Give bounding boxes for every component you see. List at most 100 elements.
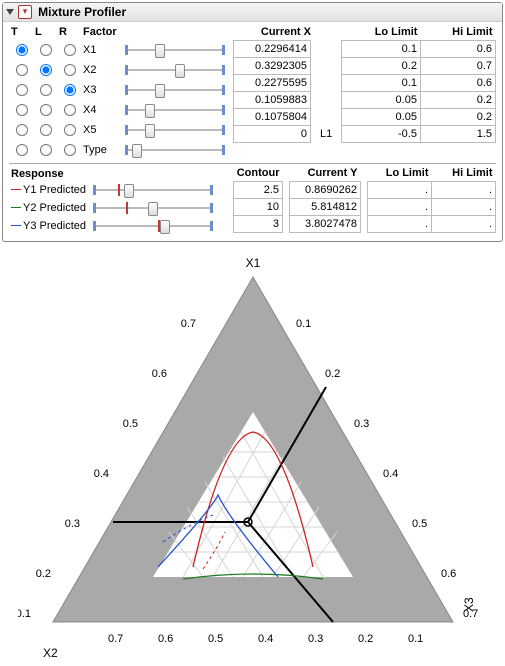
lo-limit-cell[interactable]: 0.05	[342, 109, 421, 126]
response-row: Y1 Predicted	[9, 181, 227, 199]
contour-value-cell[interactable]: 10	[234, 199, 283, 216]
tick-bottom-0.6: 0.6	[158, 633, 173, 645]
radio-t[interactable]	[16, 104, 28, 116]
response-color-swatch	[11, 207, 21, 209]
resp-hi-limit-cell[interactable]: .	[432, 216, 496, 233]
tick-left-0.5: 0.5	[122, 418, 137, 430]
radio-l[interactable]	[40, 104, 52, 116]
current-x-header: Current X	[233, 26, 311, 40]
lo-limit-cell[interactable]: 0.1	[342, 41, 421, 58]
factor-name: X3	[81, 80, 123, 100]
factor-slider[interactable]	[125, 145, 225, 155]
factor-slider[interactable]	[125, 45, 225, 55]
radio-r[interactable]	[64, 44, 76, 56]
factor-name: X1	[81, 40, 123, 60]
col-header-t: T	[9, 26, 33, 40]
contour-header: Contour	[234, 167, 283, 182]
radio-t[interactable]	[16, 144, 28, 156]
hi-limit-cell[interactable]: 0.6	[420, 75, 495, 92]
radio-l[interactable]	[40, 124, 52, 136]
factor-value-cell[interactable]: 0.3292305	[234, 58, 311, 75]
factor-value-cell[interactable]: 0.1059883	[234, 92, 311, 109]
hi-limit-cell[interactable]: 0.6	[420, 41, 495, 58]
response-slider[interactable]	[93, 202, 213, 214]
hotspot-icon[interactable]: ▾	[18, 5, 32, 19]
tick-left-0.1: 0.1	[18, 608, 31, 620]
lo-limit-cell[interactable]: 0.1	[342, 75, 421, 92]
response-table: Response Y1 PredictedY2 PredictedY3 Pred…	[9, 167, 227, 235]
extra-row-label: L1	[317, 126, 342, 143]
radio-t[interactable]	[16, 124, 28, 136]
panel-body: T L R Factor X1X2X3X4X5Type Current X 0.…	[3, 22, 502, 241]
tick-right-0.2: 0.2	[325, 368, 340, 380]
hi-limit-cell[interactable]: 0.2	[420, 109, 495, 126]
panel-title-text: Mixture Profiler	[38, 5, 126, 19]
lo-limit-cell[interactable]: -0.5	[342, 126, 421, 143]
lo-limit-cell[interactable]: 0.05	[342, 92, 421, 109]
mixture-profiler-panel: ▾ Mixture Profiler T L R Factor X1X2X3X4…	[2, 2, 503, 242]
radio-l[interactable]	[40, 144, 52, 156]
factor-row: Type	[9, 140, 227, 160]
resp-hi-limit-cell[interactable]: .	[432, 199, 496, 216]
radio-r[interactable]	[64, 84, 76, 96]
lo-limit-cell[interactable]: 0.2	[342, 58, 421, 75]
ternary-plot[interactable]: 0.1 0.2 0.3 0.4 0.5 0.6 0.7 0.7 0.6 0.5 …	[18, 252, 488, 662]
response-row: Y3 Predicted	[9, 217, 227, 235]
radio-t[interactable]	[16, 84, 28, 96]
radio-l[interactable]	[40, 64, 52, 76]
factor-value-cell[interactable]: 0.1075804	[234, 109, 311, 126]
response-slider[interactable]	[93, 220, 213, 232]
factor-value-cell[interactable]: 0.2275595	[234, 75, 311, 92]
radio-r[interactable]	[64, 104, 76, 116]
factor-row: X1	[9, 40, 227, 60]
current-y-cell: 5.814812	[290, 199, 361, 216]
radio-l[interactable]	[40, 44, 52, 56]
tick-left-0.2: 0.2	[35, 568, 50, 580]
radio-r[interactable]	[64, 64, 76, 76]
resp-hi-limit-header: Hi Limit	[432, 167, 496, 182]
current-x-table: 0.22964140.32923050.22755950.10598830.10…	[233, 40, 311, 143]
factor-slider[interactable]	[125, 85, 225, 95]
axis-label-x1: X1	[245, 256, 260, 270]
radio-t[interactable]	[16, 44, 28, 56]
tick-left-0.3: 0.3	[64, 518, 79, 530]
factor-limits-table: Lo Limit Hi Limit 0.10.60.20.70.10.60.05…	[317, 26, 496, 143]
radio-r[interactable]	[64, 124, 76, 136]
response-slider[interactable]	[93, 184, 213, 196]
tick-left-0.4: 0.4	[93, 468, 108, 480]
col-header-l: L	[33, 26, 57, 40]
responses-section: Response Y1 PredictedY2 PredictedY3 Pred…	[9, 167, 496, 235]
factor-row: X4	[9, 100, 227, 120]
radio-l[interactable]	[40, 84, 52, 96]
panel-title-bar[interactable]: ▾ Mixture Profiler	[3, 3, 502, 22]
factor-slider[interactable]	[125, 105, 225, 115]
tick-right-0.6: 0.6	[441, 568, 456, 580]
factor-name: X4	[81, 100, 123, 120]
response-limits-table: Lo Limit Hi Limit ......	[367, 167, 496, 233]
resp-lo-limit-cell[interactable]: .	[368, 199, 432, 216]
tick-bottom-0.2: 0.2	[358, 633, 373, 645]
contour-value-cell[interactable]: 3	[234, 216, 283, 233]
disclosure-icon[interactable]	[6, 9, 14, 15]
factor-row: X2	[9, 60, 227, 80]
factor-value-cell[interactable]: 0.2296414	[234, 41, 311, 58]
current-y-table: Current Y 0.86902625.8148123.8027478	[289, 167, 361, 233]
current-y-cell: 3.8027478	[290, 216, 361, 233]
radio-r[interactable]	[64, 144, 76, 156]
tick-right-0.5: 0.5	[412, 518, 427, 530]
resp-hi-limit-cell[interactable]: .	[432, 182, 496, 199]
hi-limit-cell[interactable]: 0.7	[420, 58, 495, 75]
tick-right-0.1: 0.1	[296, 318, 311, 330]
col-header-r: R	[57, 26, 81, 40]
resp-lo-limit-cell[interactable]: .	[368, 182, 432, 199]
resp-lo-limit-cell[interactable]: .	[368, 216, 432, 233]
factor-slider[interactable]	[125, 65, 225, 75]
hi-limit-cell[interactable]: 1.5	[420, 126, 495, 143]
factor-slider[interactable]	[125, 125, 225, 135]
tick-bottom-0.3: 0.3	[308, 633, 323, 645]
contour-value-cell[interactable]: 2.5	[234, 182, 283, 199]
radio-t[interactable]	[16, 64, 28, 76]
col-header-factor: Factor	[81, 26, 123, 40]
hi-limit-cell[interactable]: 0.2	[420, 92, 495, 109]
factor-value-cell[interactable]: 0	[234, 126, 311, 143]
